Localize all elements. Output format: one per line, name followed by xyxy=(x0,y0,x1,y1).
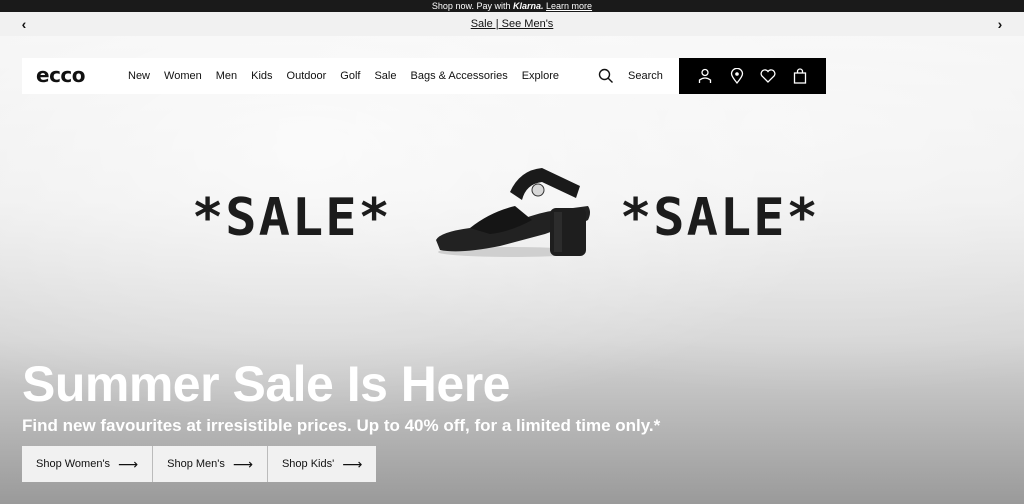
arrow-right-icon: ⟶ xyxy=(342,455,363,472)
cta-buttons: Shop Women's ⟶ Shop Men's ⟶ Shop Kids' ⟶ xyxy=(22,446,377,482)
shop-womens-button[interactable]: Shop Women's ⟶ xyxy=(22,446,154,482)
wishlist-icon[interactable] xyxy=(758,66,778,86)
account-icons xyxy=(679,58,826,94)
hero-headline: Summer Sale Is Here xyxy=(22,356,511,412)
nav-sale[interactable]: Sale xyxy=(374,58,396,94)
sandal-image xyxy=(436,168,590,257)
nav-new[interactable]: New xyxy=(128,58,150,94)
sale-graphic-right: *SALE* xyxy=(620,188,820,248)
nav-outdoor[interactable]: Outdoor xyxy=(287,58,327,94)
nav-men[interactable]: Men xyxy=(216,58,237,94)
announcement-bar: Shop now. Pay with Klarna. Learn more xyxy=(0,0,1024,12)
announcement-text: Shop now. Pay with xyxy=(431,1,511,11)
ecco-logo[interactable]: ecco xyxy=(36,66,102,86)
nav-women[interactable]: Women xyxy=(164,58,202,94)
account-icon[interactable] xyxy=(695,66,715,86)
shop-kids-button[interactable]: Shop Kids' ⟶ xyxy=(267,446,377,482)
hero-subline: Find new favourites at irresistible pric… xyxy=(22,416,661,435)
search-button[interactable]: Search xyxy=(598,58,663,94)
shop-mens-label: Shop Men's xyxy=(167,458,225,470)
search-label: Search xyxy=(628,70,663,82)
shop-mens-button[interactable]: Shop Men's ⟶ xyxy=(153,446,268,482)
chevron-left-icon[interactable]: ‹ xyxy=(12,12,36,36)
sale-graphic-left: *SALE* xyxy=(192,188,392,248)
svg-text:ecco: ecco xyxy=(36,66,85,86)
promo-carousel: ‹ Sale | See Men's › xyxy=(0,12,1024,36)
chevron-right-icon[interactable]: › xyxy=(988,12,1012,36)
nav-bags-accessories[interactable]: Bags & Accessories xyxy=(411,58,508,94)
nav-explore[interactable]: Explore xyxy=(522,58,559,94)
arrow-right-icon: ⟶ xyxy=(232,455,253,472)
nav-golf[interactable]: Golf xyxy=(340,58,360,94)
klarna-brand: Klarna. xyxy=(513,1,544,11)
search-icon xyxy=(598,68,613,83)
shop-womens-label: Shop Women's xyxy=(36,458,111,470)
nav-kids[interactable]: Kids xyxy=(251,58,272,94)
nav-links: New Women Men Kids Outdoor Golf Sale Bag… xyxy=(128,58,573,94)
shop-kids-label: Shop Kids' xyxy=(281,458,335,470)
store-locator-icon[interactable] xyxy=(727,66,747,86)
arrow-right-icon: ⟶ xyxy=(118,455,139,472)
promo-link[interactable]: Sale | See Men's xyxy=(471,18,554,30)
bag-icon[interactable] xyxy=(790,66,810,86)
learn-more-link[interactable]: Learn more xyxy=(546,1,592,11)
